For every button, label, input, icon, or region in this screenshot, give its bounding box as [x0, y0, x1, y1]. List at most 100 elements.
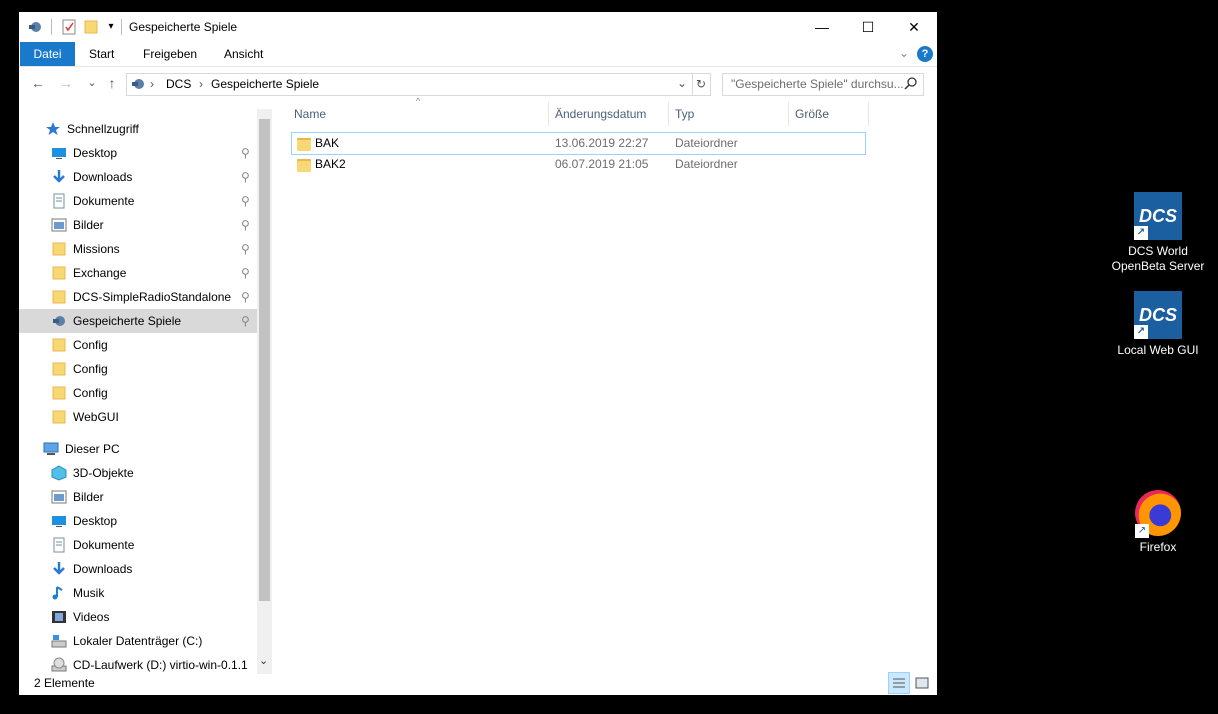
desktop-shortcut-dcs-server[interactable]: DCS ↗ DCS World OpenBeta Server — [1108, 192, 1208, 274]
sidebar-item-webgui[interactable]: WebGUI — [19, 405, 257, 429]
sidebar-item-videos[interactable]: Videos — [19, 605, 257, 629]
sidebar-item-label: WebGUI — [73, 410, 119, 424]
column-header-type[interactable]: Typ — [675, 102, 694, 126]
column-separator[interactable] — [868, 102, 869, 126]
sidebar-item-config[interactable]: Config — [19, 381, 257, 405]
3d-objects-icon — [51, 465, 67, 481]
sidebar-item-label: Dokumente — [73, 194, 135, 208]
search-icon — [904, 76, 918, 93]
help-icon[interactable]: ? — [917, 46, 933, 62]
pin-icon[interactable]: ⚲ — [241, 237, 250, 261]
sidebar-item-bilder[interactable]: Bilder — [19, 485, 257, 509]
sidebar-item-desktop[interactable]: Desktop — [19, 509, 257, 533]
file-type: Dateiordner — [675, 136, 738, 150]
pictures-icon — [51, 217, 67, 233]
folder-icon — [51, 385, 67, 401]
tab-start[interactable]: Start — [77, 42, 126, 66]
column-header-date[interactable]: Änderungsdatum — [555, 102, 646, 126]
sidebar-item-label: Config — [73, 386, 108, 400]
pin-icon[interactable]: ⚲ — [241, 285, 250, 309]
refresh-button[interactable]: ↻ — [692, 73, 711, 96]
sidebar-item-label: Downloads — [73, 562, 133, 576]
sidebar-item-bilder[interactable]: Bilder ⚲ — [19, 213, 257, 237]
details-view-button[interactable] — [888, 672, 910, 694]
sidebar-item-desktop[interactable]: Desktop ⚲ — [19, 141, 257, 165]
breadcrumb-dcs[interactable]: DCS — [166, 77, 191, 91]
title-separator — [51, 19, 52, 35]
sidebar-item-config[interactable]: Config — [19, 357, 257, 381]
scroll-thumb[interactable] — [259, 119, 270, 601]
desktop-shortcut-local-web-gui[interactable]: DCS ↗ Local Web GUI — [1108, 291, 1208, 358]
sidebar-item-label: 3D-Objekte — [73, 466, 134, 480]
folder-icon — [51, 289, 67, 305]
documents-icon — [51, 537, 67, 553]
table-row[interactable]: BAK2 06.07.2019 21:05 Dateiordner — [291, 154, 864, 175]
firefox-icon: ↗ — [1135, 490, 1181, 538]
desktop-icon — [51, 145, 67, 161]
column-header-name[interactable]: Name — [294, 102, 326, 126]
pin-icon[interactable]: ⚲ — [241, 261, 250, 285]
sidebar-item-downloads[interactable]: Downloads — [19, 557, 257, 581]
pin-icon[interactable]: ⚲ — [241, 141, 250, 165]
sidebar-item-3d-objekte[interactable]: 3D-Objekte — [19, 461, 257, 485]
folder-icon — [51, 265, 67, 281]
search-box[interactable]: "Gespeicherte Spiele" durchsu... — [722, 73, 924, 96]
sidebar-item-dcs-simpleradiostandalone[interactable]: DCS-SimpleRadioStandalone ⚲ — [19, 285, 257, 309]
sidebar-item-cd-laufwerk-d-virtio-win-0-1-1[interactable]: CD-Laufwerk (D:) virtio-win-0.1.1 — [19, 653, 257, 677]
cd-drive-icon — [51, 657, 67, 673]
scroll-down-icon[interactable]: ⌄ — [259, 654, 268, 667]
column-header-size[interactable]: Größe — [795, 102, 829, 126]
sidebar-item-dieser-pc[interactable]: Dieser PC — [19, 437, 257, 461]
recent-locations-button[interactable]: ⌄ — [83, 74, 101, 92]
ribbon-expand-icon[interactable]: ⌄ — [896, 46, 912, 62]
sidebar-item-label: Downloads — [73, 170, 133, 184]
column-separator[interactable] — [548, 102, 549, 126]
tab-datei[interactable]: Datei — [20, 42, 75, 66]
column-separator[interactable] — [788, 102, 789, 126]
folder-icon — [51, 361, 67, 377]
breadcrumb-gespeicherte-spiele[interactable]: Gespeicherte Spiele — [211, 77, 319, 91]
file-date: 06.07.2019 21:05 — [555, 157, 649, 171]
saved-games-icon[interactable] — [27, 19, 43, 35]
sidebar-item-dokumente[interactable]: Dokumente — [19, 533, 257, 557]
scroll-up-icon[interactable] — [257, 109, 272, 119]
sidebar-item-lokaler-datentr-ger-c[interactable]: Lokaler Datenträger (C:) — [19, 629, 257, 653]
pin-icon[interactable]: ⚲ — [241, 165, 250, 189]
desktop-shortcut-label: DCS World OpenBeta Server — [1111, 244, 1205, 273]
sidebar-item-config[interactable]: Config — [19, 333, 257, 357]
sidebar-item-label: Config — [73, 338, 108, 352]
search-input[interactable]: "Gespeicherte Spiele" durchsu... — [731, 77, 904, 91]
desktop-shortcut-firefox[interactable]: ↗ Firefox — [1108, 490, 1208, 555]
new-folder-icon[interactable] — [83, 19, 99, 35]
pin-icon[interactable]: ⚲ — [241, 189, 250, 213]
sidebar-scrollbar[interactable]: ⌄ — [257, 109, 272, 674]
maximize-button[interactable]: ☐ — [845, 12, 891, 42]
details-view-icon — [893, 678, 905, 688]
pin-icon[interactable]: ⚲ — [241, 213, 250, 237]
customize-toolbar-icon[interactable]: ▾ — [103, 19, 119, 35]
close-button[interactable]: ✕ — [891, 12, 937, 42]
table-row[interactable]: BAK 13.06.2019 22:27 Dateiordner — [291, 132, 866, 155]
dcs-icon: DCS ↗ — [1134, 192, 1182, 240]
properties-icon[interactable] — [61, 19, 77, 35]
large-icons-view-button[interactable] — [911, 672, 933, 694]
column-separator[interactable] — [668, 102, 669, 126]
sidebar-item-label: Gespeicherte Spiele — [73, 314, 182, 328]
tab-freigeben[interactable]: Freigeben — [131, 42, 209, 66]
sidebar-item-musik[interactable]: Musik — [19, 581, 257, 605]
sidebar-item-schnellzugriff[interactable]: Schnellzugriff — [19, 117, 257, 141]
back-button[interactable]: ← — [29, 74, 47, 92]
tab-ansicht[interactable]: Ansicht — [212, 42, 275, 66]
sidebar-item-label: Videos — [73, 610, 110, 624]
pin-icon[interactable]: ⚲ — [241, 309, 250, 333]
minimize-button[interactable]: — — [799, 12, 845, 42]
sidebar-item-downloads[interactable]: Downloads ⚲ — [19, 165, 257, 189]
sidebar-item-dokumente[interactable]: Dokumente ⚲ — [19, 189, 257, 213]
sidebar-item-gespeicherte-spiele[interactable]: Gespeicherte Spiele ⚲ — [19, 309, 257, 333]
forward-button[interactable]: → — [57, 74, 75, 92]
sidebar-item-exchange[interactable]: Exchange ⚲ — [19, 261, 257, 285]
up-button[interactable]: ↑ — [103, 74, 121, 92]
sidebar-item-label: Bilder — [73, 218, 104, 232]
address-bar[interactable]: › DCS › Gespeicherte Spiele ⌄ — [126, 73, 693, 96]
sidebar-item-missions[interactable]: Missions ⚲ — [19, 237, 257, 261]
